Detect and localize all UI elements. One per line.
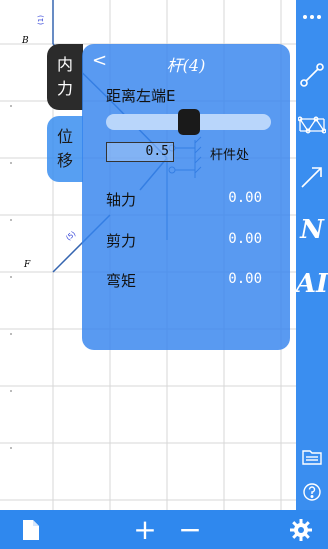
tab-internal-force-label-1: 内 bbox=[56, 55, 73, 74]
axial-force-n-button[interactable]: N bbox=[296, 210, 328, 250]
panel-title: 杆(4) bbox=[166, 56, 206, 75]
bar-number-1: (1) bbox=[36, 15, 45, 25]
position-unit-label: 杆件处 bbox=[210, 148, 250, 163]
truss-tool-icon[interactable] bbox=[296, 108, 328, 142]
bending-moment-value: 0.00 bbox=[228, 271, 262, 287]
ai-button[interactable]: AI bbox=[296, 264, 328, 304]
position-slider-thumb[interactable] bbox=[177, 109, 200, 135]
tab-internal-force[interactable]: 内 力 bbox=[47, 44, 83, 110]
node-label-b: B bbox=[22, 36, 29, 46]
gear-icon bbox=[290, 518, 312, 541]
axial-force-label: 轴力 bbox=[106, 191, 137, 209]
tab-internal-force-label-2: 力 bbox=[56, 79, 73, 98]
tab-displacement-label-1: 位 bbox=[56, 127, 73, 146]
settings-button[interactable] bbox=[284, 510, 318, 549]
bottom-toolbar: + − bbox=[0, 510, 328, 549]
zoom-in-button[interactable]: + bbox=[130, 510, 160, 549]
document-icon bbox=[23, 519, 39, 540]
help-icon[interactable] bbox=[296, 480, 328, 504]
position-input[interactable]: 0.5 bbox=[106, 142, 174, 162]
shear-force-label: 剪力 bbox=[106, 232, 137, 250]
tab-displacement-label-2: 移 bbox=[56, 151, 73, 170]
zoom-out-button[interactable]: − bbox=[175, 510, 205, 549]
node-label-f: F bbox=[24, 260, 31, 270]
tab-displacement[interactable]: 位 移 bbox=[47, 116, 83, 182]
arrow-load-icon[interactable] bbox=[296, 160, 328, 194]
right-toolbar: N AI bbox=[296, 0, 328, 510]
more-dots-icon[interactable] bbox=[296, 6, 328, 28]
bending-moment-label: 弯矩 bbox=[106, 272, 137, 290]
axial-force-value: 0.00 bbox=[228, 190, 262, 206]
line-tool-icon[interactable] bbox=[296, 58, 328, 92]
distance-label: 距离左端E bbox=[106, 87, 176, 105]
new-document-button[interactable] bbox=[16, 510, 46, 549]
shear-force-value: 0.00 bbox=[228, 231, 262, 247]
member-info-panel: < 杆(4) 距离左端E 0.5 杆件处 轴力 0.00 剪力 0.00 弯矩 … bbox=[82, 44, 290, 350]
folder-icon[interactable] bbox=[296, 444, 328, 470]
